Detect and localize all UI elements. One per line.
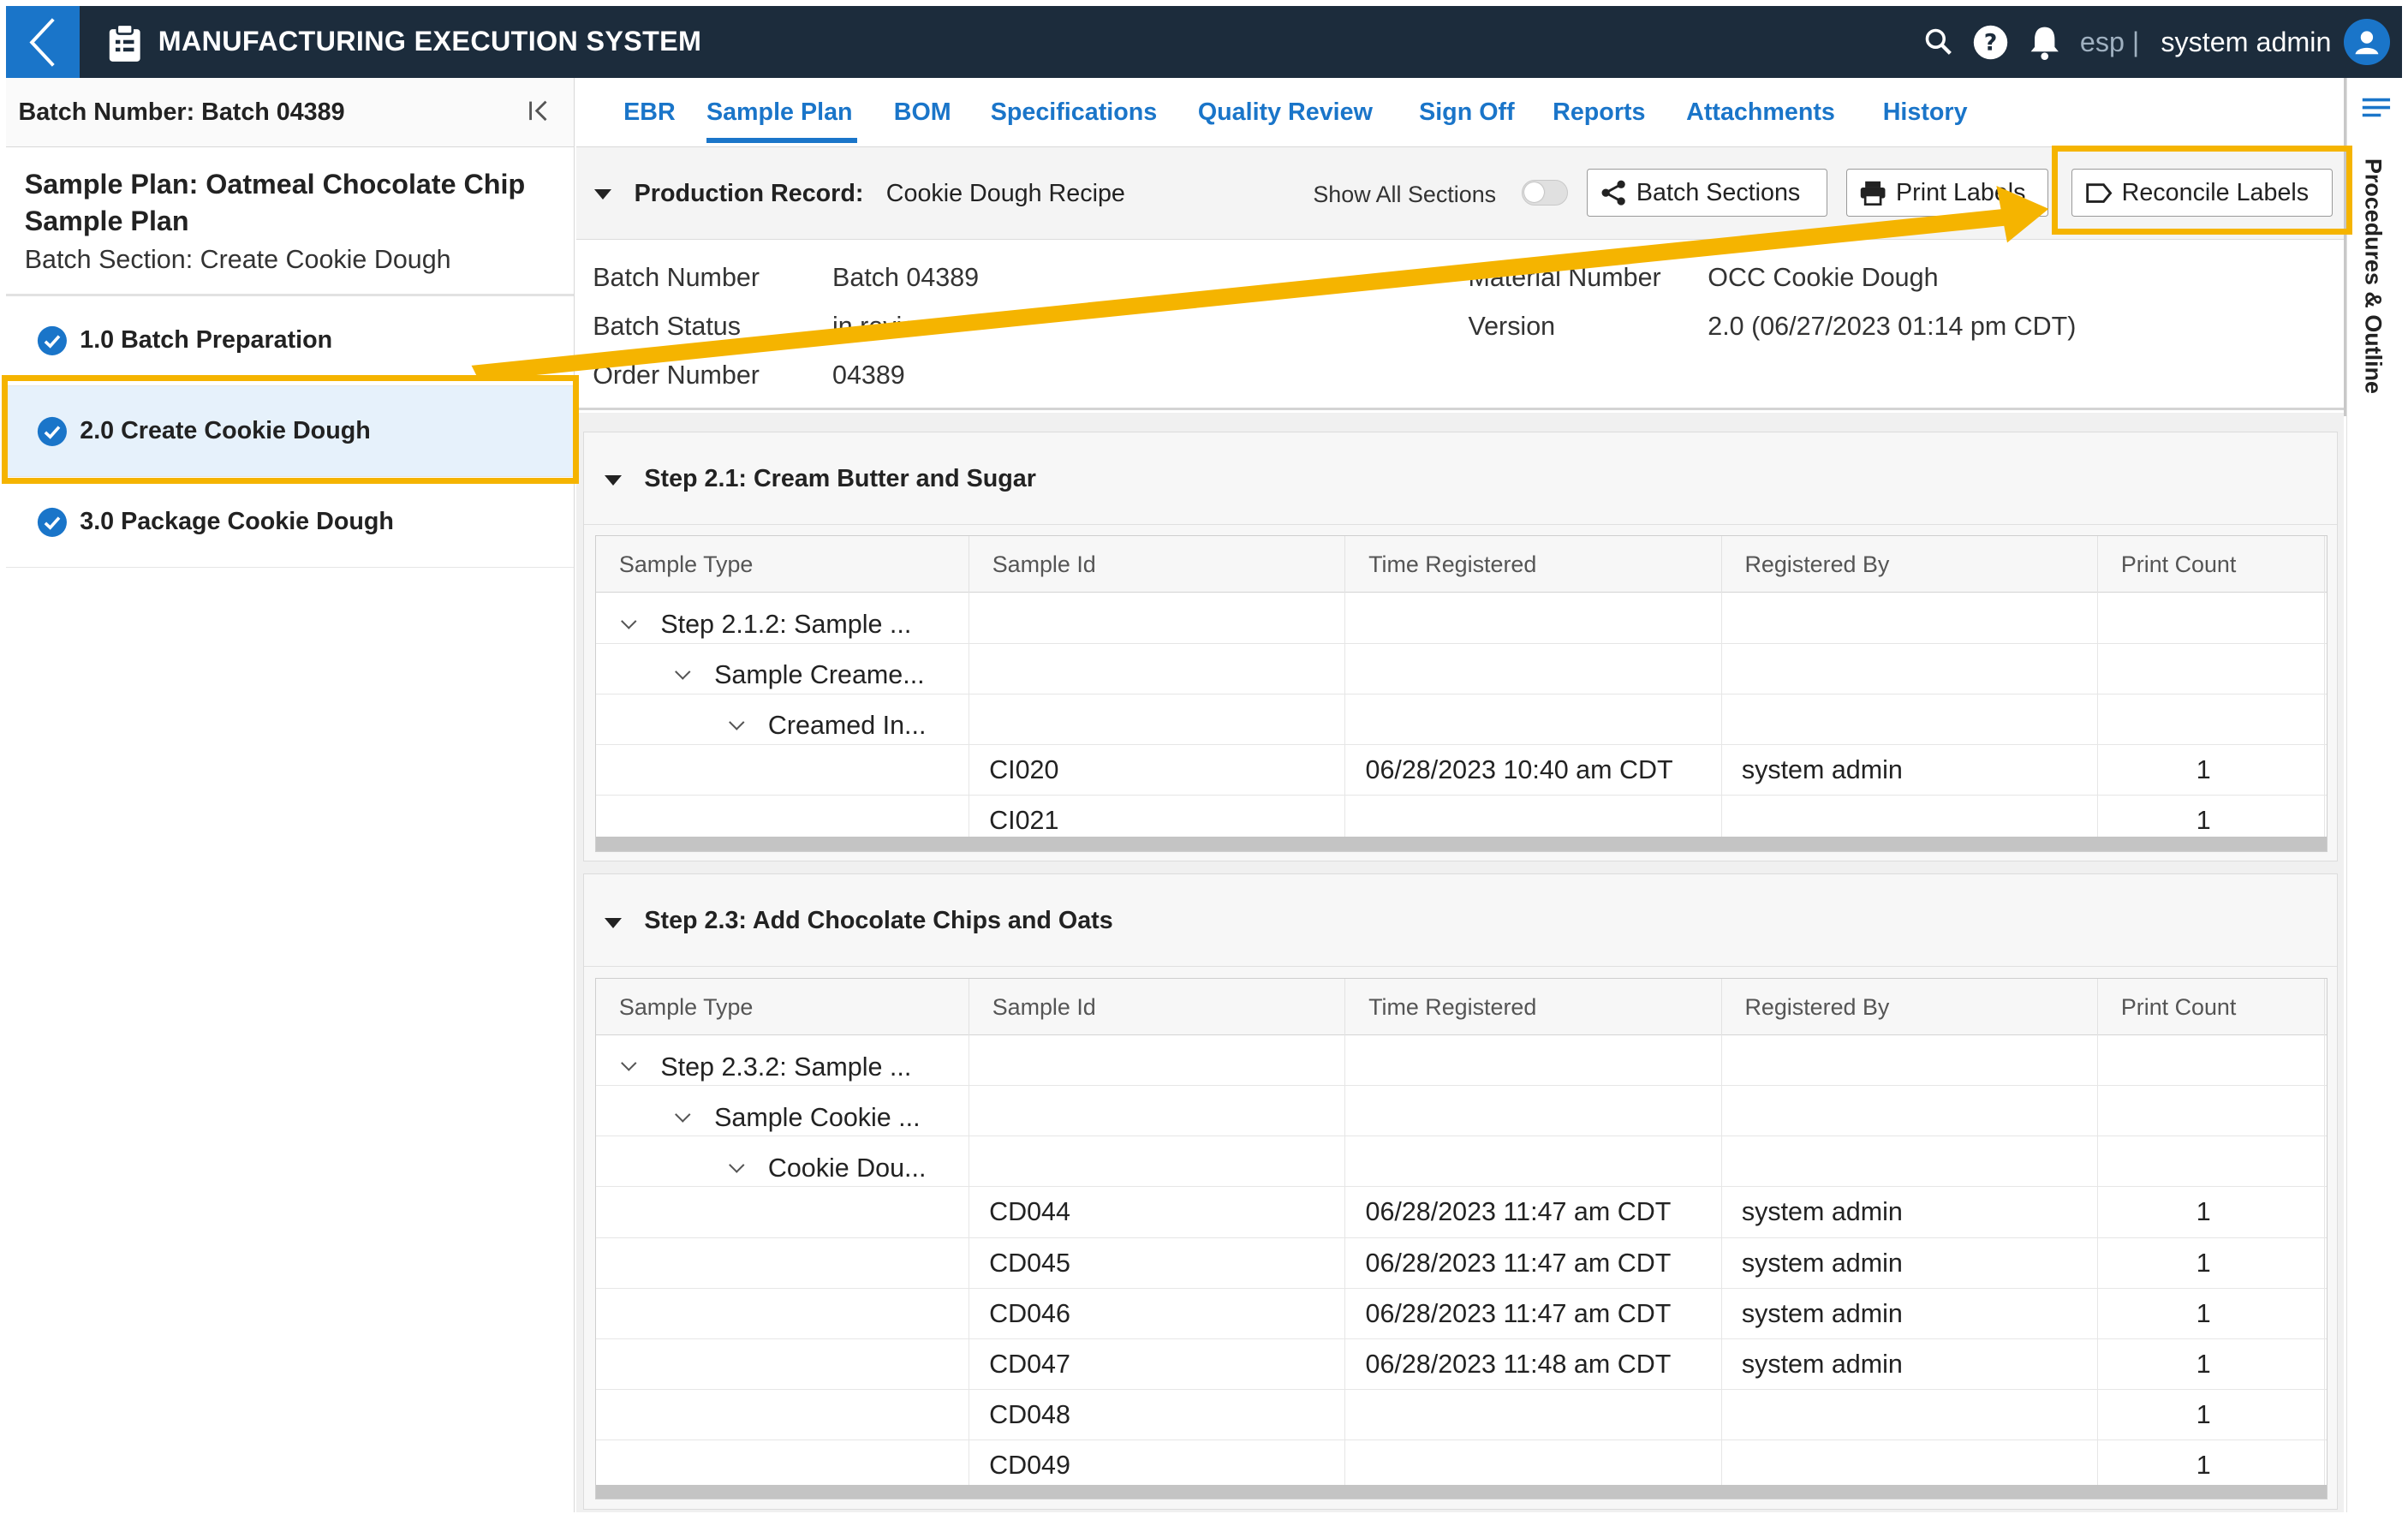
callout-arrow-icon <box>471 186 2049 381</box>
page: MANUFACTURING EXECUTION SYSTEM ? esp | s… <box>0 0 2408 1514</box>
